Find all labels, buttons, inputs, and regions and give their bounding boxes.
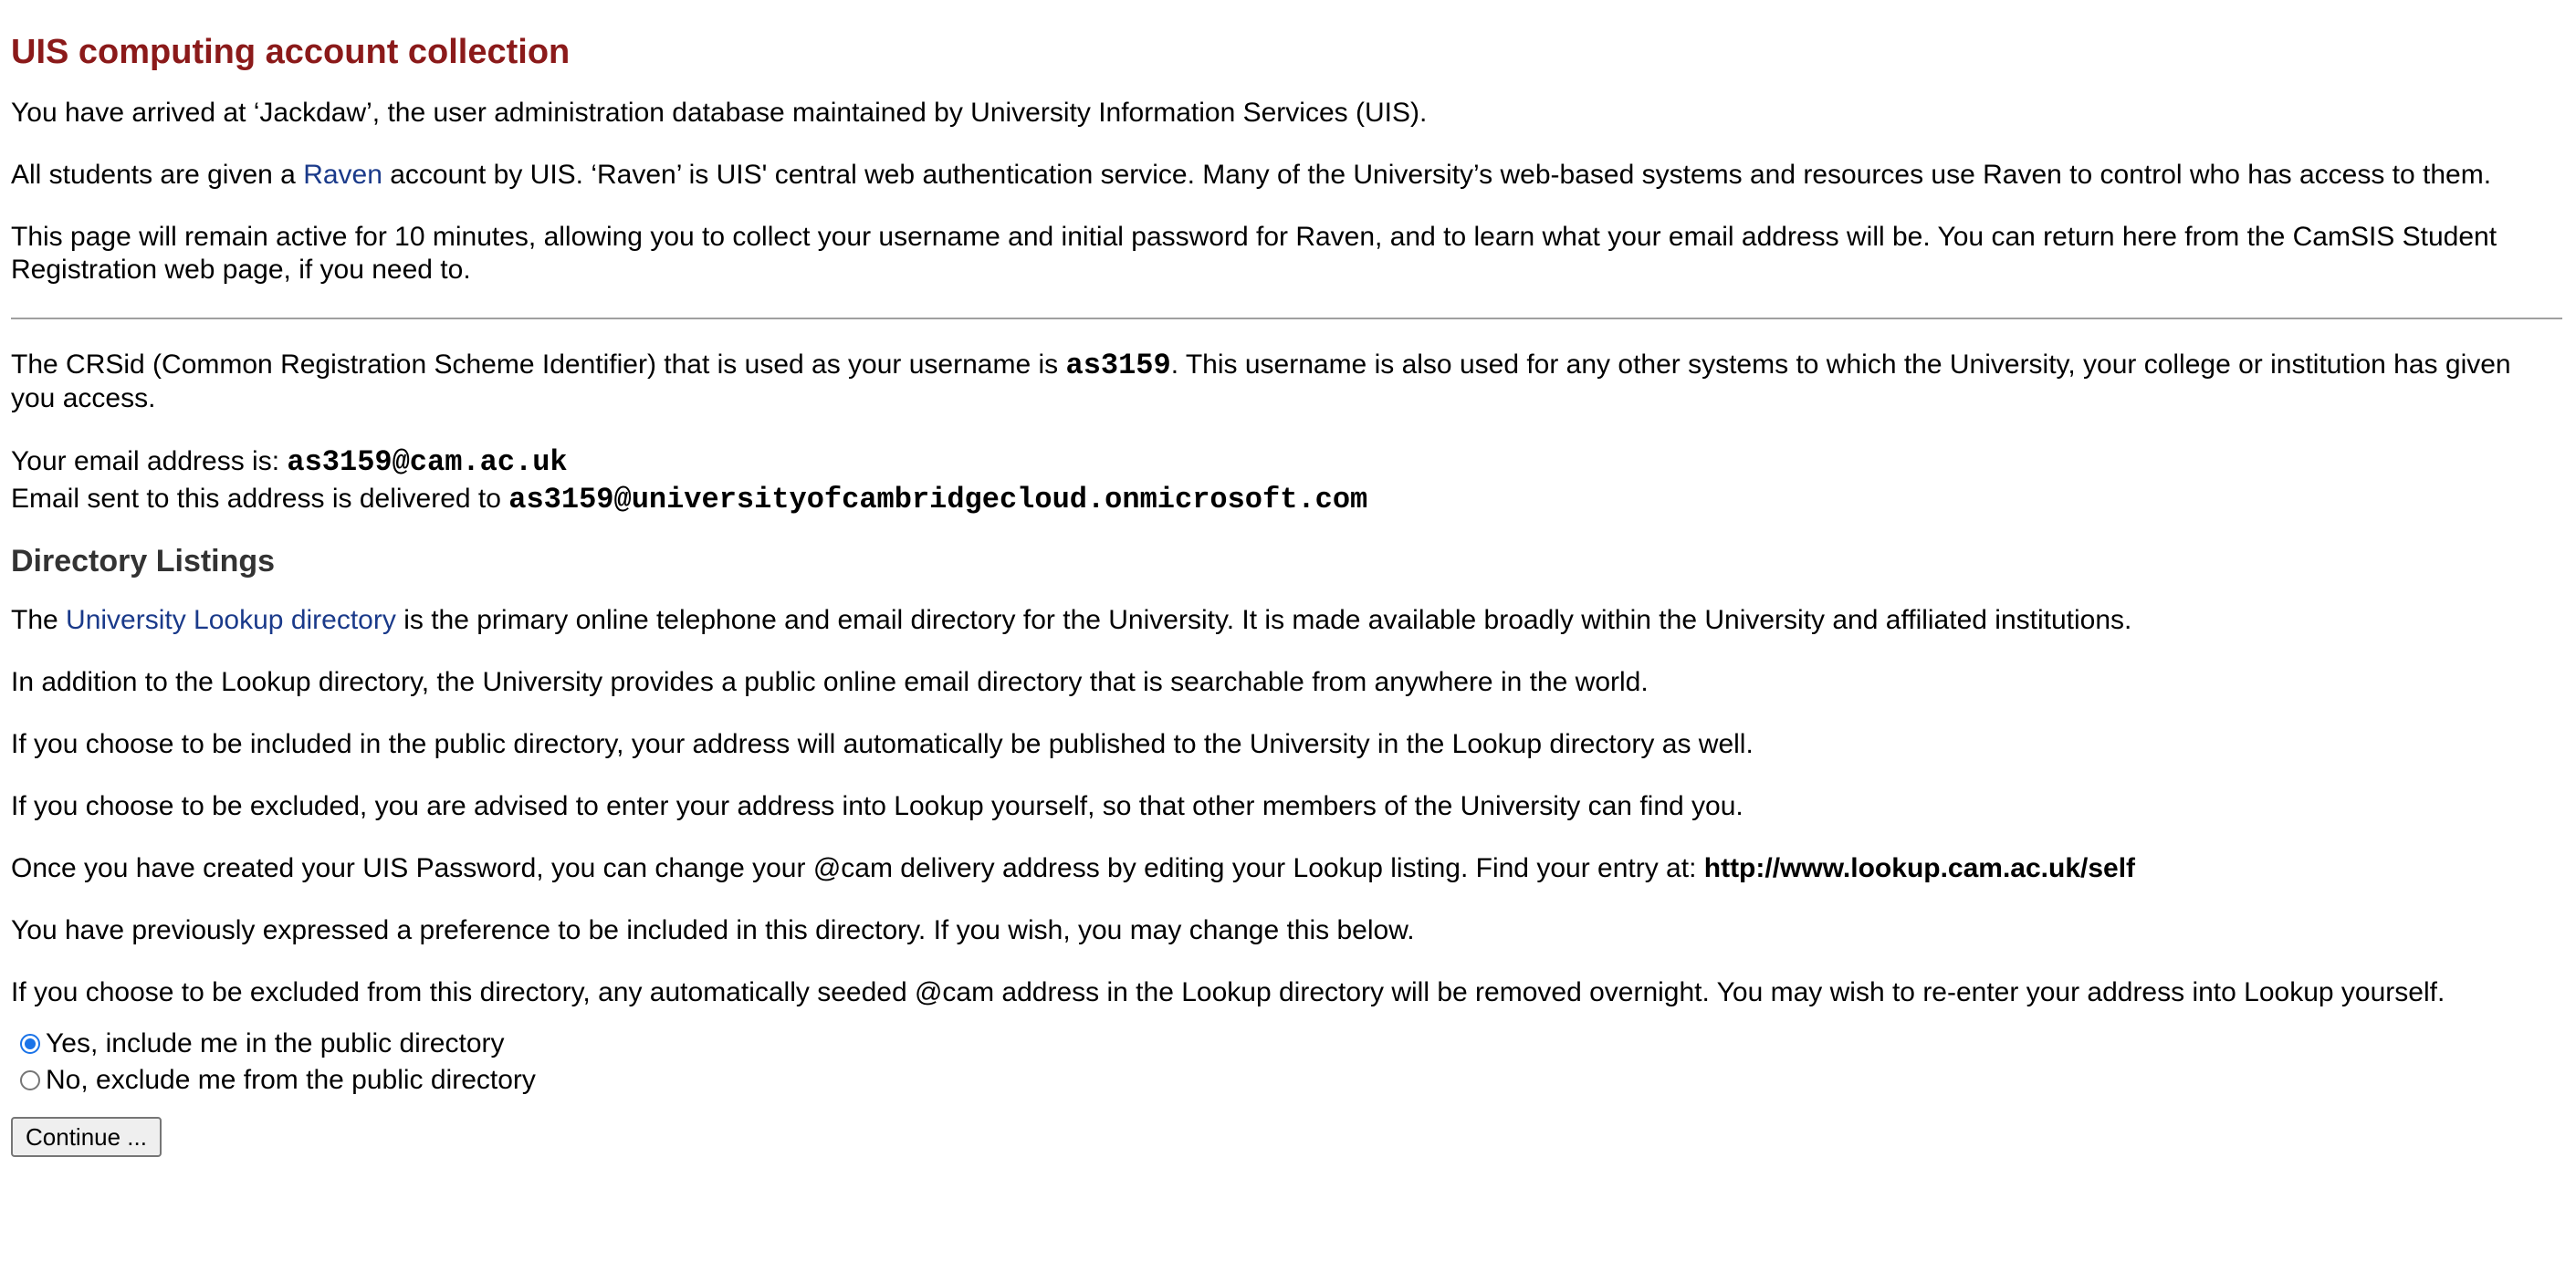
page-content: UIS computing account collection You hav… xyxy=(11,0,2562,1157)
delivery-label: Email sent to this address is delivered … xyxy=(11,484,509,514)
directory-paragraph-1: The University Lookup directory is the p… xyxy=(11,605,2132,635)
exclude-option[interactable]: No, exclude me from the public directory xyxy=(11,1062,2562,1099)
directory-paragraph-2: In addition to the Lookup directory, the… xyxy=(11,667,1649,697)
intro-paragraph-2: All students are given a Raven account b… xyxy=(11,160,2492,190)
directory-paragraph-7: If you choose to be excluded from this d… xyxy=(11,977,2445,1007)
lookup-directory-link[interactable]: University Lookup directory xyxy=(66,605,396,635)
delivery-address-value: as3159@universityofcambridgecloud.onmicr… xyxy=(508,483,1368,516)
directory-paragraph-5: Once you have created your UIS Password,… xyxy=(11,853,2136,883)
directory-paragraph-3: If you choose to be included in the publ… xyxy=(11,729,1754,759)
crsid-value: as3159 xyxy=(1065,349,1171,382)
directory-heading: Directory Listings xyxy=(11,544,276,579)
email-paragraph: Your email address is: as3159@cam.ac.uk … xyxy=(11,443,2562,518)
page-title: UIS computing account collection xyxy=(11,33,571,71)
email-label: Your email address is: xyxy=(11,446,288,476)
intro-paragraph-3: This page will remain active for 10 minu… xyxy=(11,222,2497,285)
form-actions: Continue ... xyxy=(11,1117,2562,1157)
exclude-radio[interactable] xyxy=(20,1070,40,1090)
raven-link[interactable]: Raven xyxy=(303,160,382,190)
section-divider xyxy=(11,318,2562,319)
directory-preference-options: Yes, include me in the public directory … xyxy=(11,1026,2562,1099)
lookup-self-url: http://www.lookup.cam.ac.uk/self xyxy=(1703,853,2136,883)
include-option[interactable]: Yes, include me in the public directory xyxy=(11,1026,2562,1062)
include-radio[interactable] xyxy=(20,1034,40,1054)
crsid-paragraph: The CRSid (Common Registration Scheme Id… xyxy=(11,349,2511,414)
continue-button[interactable]: Continue ... xyxy=(11,1117,162,1157)
intro-paragraph-1: You have arrived at ‘Jackdaw’, the user … xyxy=(11,98,1428,128)
include-label[interactable]: Yes, include me in the public directory xyxy=(46,1027,505,1060)
email-value: as3159@cam.ac.uk xyxy=(287,445,568,479)
exclude-label[interactable]: No, exclude me from the public directory xyxy=(46,1064,536,1097)
directory-paragraph-4: If you choose to be excluded, you are ad… xyxy=(11,791,1744,821)
directory-paragraph-6: You have previously expressed a preferen… xyxy=(11,915,1415,945)
